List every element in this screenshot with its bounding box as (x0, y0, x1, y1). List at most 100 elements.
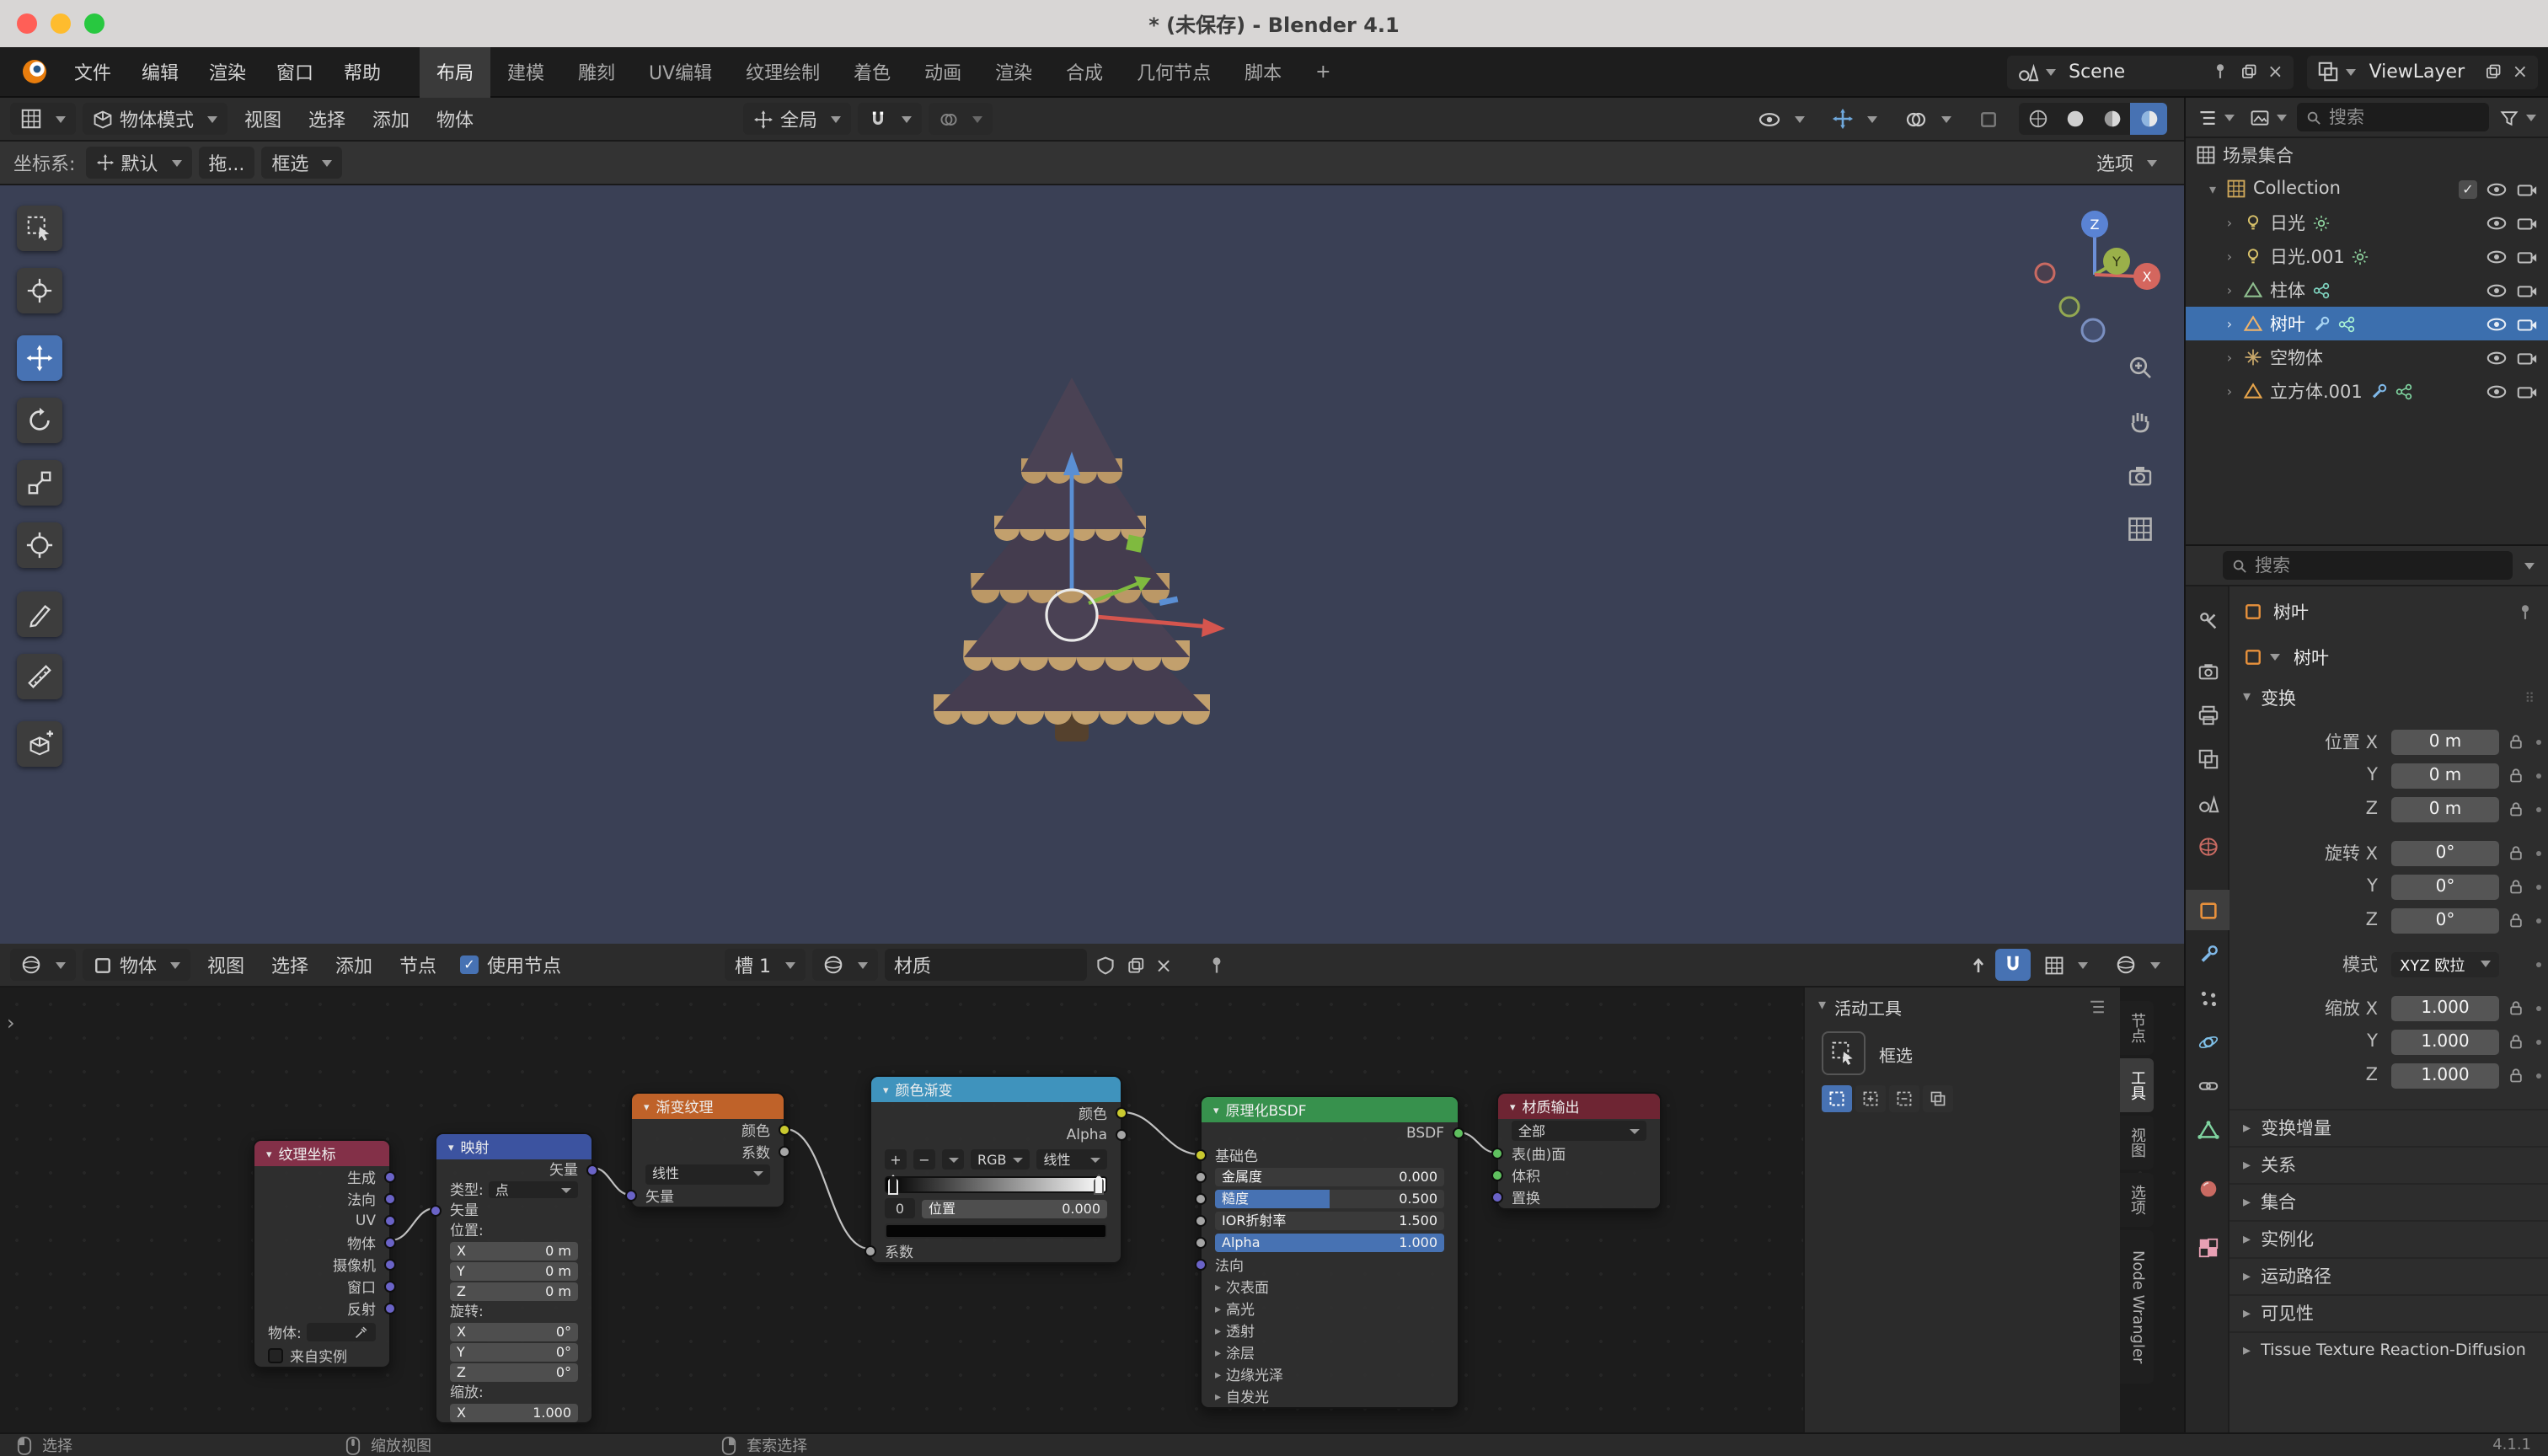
shader-menu-select[interactable]: 选择 (258, 951, 322, 978)
animate-dot[interactable] (2536, 739, 2541, 744)
display-mode-selector[interactable] (2245, 107, 2292, 127)
animate-dot[interactable] (2536, 806, 2541, 811)
socket-row[interactable]: 法向 (1202, 1254, 1458, 1276)
socket-row[interactable]: UV (254, 1210, 389, 1232)
input-socket[interactable] (625, 1190, 637, 1202)
workspace-tab-scripting[interactable]: 脚本 (1228, 46, 1298, 97)
socket-row[interactable]: 置换 (1498, 1186, 1660, 1208)
location-z-field[interactable]: 0 m (2391, 796, 2499, 822)
tab-material-properties[interactable] (2186, 1168, 2230, 1208)
loc-y-field[interactable]: Y0 m (450, 1261, 578, 1280)
lock-icon[interactable] (2504, 800, 2528, 817)
input-socket[interactable] (1195, 1171, 1207, 1183)
material-slot-selector[interactable]: 槽 1 (725, 949, 805, 981)
rot-z-field[interactable]: Z0° (450, 1362, 578, 1381)
socket-row[interactable]: 表(曲)面 (1498, 1143, 1660, 1164)
tab-tool-properties[interactable] (2186, 600, 2230, 640)
tab-physics-properties[interactable] (2186, 1021, 2230, 1062)
viewport-3d[interactable]: Z Y X (0, 185, 2184, 944)
section-tissue[interactable]: ▸Tissue Texture Reaction-Diffusion (2230, 1331, 2548, 1368)
viewport-menu-view[interactable]: 视图 (231, 105, 295, 132)
tab-particle-properties[interactable] (2186, 977, 2230, 1018)
material-browse-button[interactable] (811, 949, 877, 981)
socket-row[interactable]: 生成 (254, 1166, 389, 1188)
ramp-stop-0[interactable] (888, 1175, 898, 1195)
node-color-ramp[interactable]: ▾颜色渐变 颜色 Alpha + − RGB 线性 0 位置0.000 (870, 1075, 1122, 1264)
input-socket[interactable] (430, 1204, 442, 1216)
output-socket[interactable] (586, 1164, 598, 1175)
editor-type-selector[interactable] (10, 949, 76, 981)
overlays-dropdown[interactable] (2105, 949, 2171, 981)
viewport-menu-select[interactable]: 选择 (295, 105, 359, 132)
proportional-edit-toggle[interactable] (929, 103, 993, 135)
tab-tool[interactable]: 工具 (2120, 1058, 2154, 1112)
workspace-tab-compositing[interactable]: 合成 (1049, 46, 1120, 97)
tab-node[interactable]: 节点 (2120, 1001, 2154, 1055)
collapse-icon[interactable]: ▾ (1213, 1103, 1219, 1116)
scale-y-field[interactable]: 1.000 (2391, 1029, 2499, 1054)
object-picker-field[interactable] (307, 1323, 376, 1341)
animate-dot[interactable] (2536, 918, 2541, 923)
tab-constraint-properties[interactable] (2186, 1065, 2230, 1105)
scene-browse-button[interactable] (2011, 61, 2060, 83)
location-y-field[interactable]: 0 m (2391, 763, 2499, 788)
input-socket[interactable] (1491, 1148, 1503, 1159)
axis-minus-x[interactable] (2036, 264, 2054, 282)
workspace-tab-animation[interactable]: 动画 (907, 46, 978, 97)
mode-selector[interactable]: 物体模式 (83, 103, 228, 135)
object-name-field[interactable]: 树叶 (2294, 645, 2329, 670)
viewport-menu-add[interactable]: 添加 (359, 105, 423, 132)
scale-z-field[interactable]: 1.000 (2391, 1063, 2499, 1088)
new-material-button[interactable] (1120, 955, 1150, 975)
color-mode-dropdown[interactable]: RGB (971, 1149, 1030, 1170)
viewlayer-name[interactable]: ViewLayer (2361, 61, 2479, 83)
shader-menu-node[interactable]: 节点 (386, 951, 450, 978)
color-ramp-gradient[interactable] (885, 1176, 1107, 1193)
pin-scene-icon[interactable] (2205, 62, 2234, 81)
disclosure-arrow[interactable]: › (2223, 215, 2236, 230)
select-mode-intersect-button[interactable] (1923, 1085, 1953, 1112)
socket-row[interactable]: 摄像机 (254, 1254, 389, 1276)
socket-row[interactable]: 矢量 (632, 1185, 784, 1207)
drag-action-selector[interactable]: 拖... (198, 147, 254, 179)
move-gizmo[interactable] (927, 438, 1264, 657)
metallic-slider[interactable]: 金属度0.000 (1215, 1168, 1444, 1186)
workspace-tab-uv[interactable]: UV编辑 (632, 46, 729, 97)
hide-eye-icon[interactable] (2486, 313, 2508, 335)
collapse-icon[interactable]: ▾ (448, 1140, 454, 1154)
tool-add-cube[interactable] (17, 721, 62, 767)
overlays-dropdown[interactable] (1894, 103, 1962, 135)
lock-icon[interactable] (2504, 844, 2528, 861)
ior-slider[interactable]: IOR折射率1.500 (1215, 1212, 1444, 1230)
outliner-row-cube-001[interactable]: › 立方体.001 (2186, 374, 2548, 408)
interpolation-dropdown[interactable]: 线性 (1037, 1149, 1108, 1170)
viewport-menu-object[interactable]: 物体 (423, 105, 487, 132)
workspace-tab-modeling[interactable]: 建模 (490, 46, 561, 97)
outliner-row-sun[interactable]: › 日光 (2186, 206, 2548, 239)
input-socket[interactable] (1491, 1191, 1503, 1203)
minimize-window-button[interactable] (51, 13, 71, 34)
titlebar[interactable]: * (未保存) - Blender 4.1 (0, 0, 2548, 47)
output-socket[interactable] (384, 1193, 396, 1205)
rotation-z-field[interactable]: 0° (2391, 907, 2499, 933)
rotation-mode-dropdown[interactable]: XYZ 欧拉 (2391, 951, 2499, 977)
socket-row[interactable]: 基础色 (1202, 1144, 1458, 1166)
header-dropdown-caret[interactable] (2524, 562, 2535, 569)
ramp-stop-1[interactable] (1094, 1175, 1104, 1195)
tool-transform[interactable] (17, 522, 62, 568)
select-mode-subtract-button[interactable] (1889, 1085, 1919, 1112)
new-viewlayer-button[interactable] (2479, 62, 2508, 81)
socket-row[interactable]: 体积 (1498, 1164, 1660, 1186)
output-socket[interactable] (384, 1237, 396, 1249)
tool-options-dropdown[interactable]: 选项 (2086, 147, 2167, 179)
transform-orientation-selector[interactable]: 全局 (743, 103, 851, 135)
add-workspace-button[interactable]: + (1298, 46, 1347, 97)
menu-file[interactable]: 文件 (59, 46, 126, 97)
lock-icon[interactable] (2504, 1067, 2528, 1084)
tool-select-box[interactable] (17, 206, 62, 251)
mapping-type-dropdown[interactable]: 点 (489, 1181, 578, 1198)
render-camera-icon[interactable] (2516, 346, 2538, 368)
socket-row[interactable]: 法向 (254, 1188, 389, 1210)
workspace-tab-rendering[interactable]: 渲染 (978, 46, 1049, 97)
editor-type-selector[interactable] (10, 103, 76, 135)
